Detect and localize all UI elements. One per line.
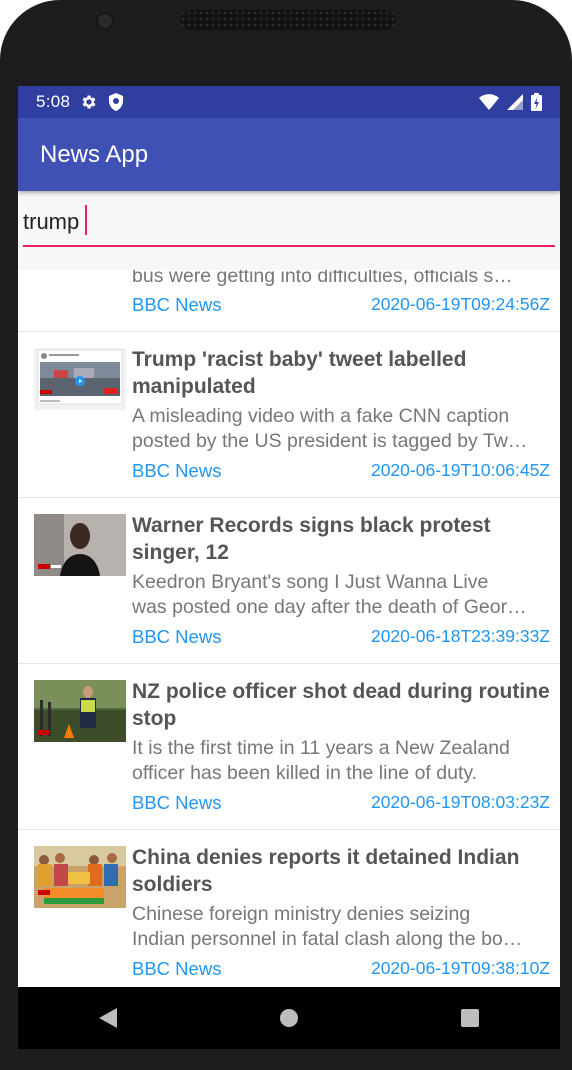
- article-item[interactable]: China denies reports it detained Indian …: [18, 830, 560, 987]
- article-description: bus were getting into difficulties, offi…: [132, 270, 552, 289]
- article-thumbnail: [34, 514, 126, 576]
- home-icon[interactable]: [269, 998, 309, 1038]
- article-date: 2020-06-19T09:38:10Z: [370, 958, 550, 978]
- article-date: 2020-06-19T08:03:23Z: [370, 792, 550, 812]
- front-camera: [96, 12, 114, 30]
- back-icon[interactable]: [88, 998, 128, 1038]
- article-thumbnail: [34, 846, 126, 908]
- article-thumbnail: [34, 348, 126, 410]
- device-frame: 5:08 News App trump bus were getting int…: [0, 0, 572, 1070]
- article-source: BBC News: [132, 460, 222, 481]
- article-description-line: Chinese foreign ministry denies seizing: [132, 903, 471, 925]
- article-description: Keedron Bryant's song I Just Wanna Live …: [132, 570, 552, 620]
- article-date: 2020-06-18T23:39:33Z: [370, 626, 550, 646]
- article-date: 2020-06-19T10:06:45Z: [370, 460, 550, 480]
- device-bottom-frame: [0, 1049, 572, 1070]
- article-description-line: Keedron Bryant's song I Just Wanna Live: [132, 571, 489, 593]
- article-description: It is the first time in 11 years a New Z…: [132, 736, 552, 786]
- app-title: News App: [40, 140, 149, 168]
- gear-icon: [80, 93, 98, 111]
- navigation-bar: [18, 987, 560, 1049]
- article-description-line: Indian personnel in fatal clash along th…: [132, 928, 523, 950]
- status-time: 5:08: [36, 92, 71, 111]
- article-item[interactable]: NZ police officer shot dead during routi…: [18, 664, 560, 830]
- article-source: BBC News: [132, 294, 222, 315]
- battery-icon: [531, 93, 542, 111]
- article-description-line: A misleading video with a fake CNN capti…: [132, 405, 510, 427]
- wifi-icon: [479, 94, 499, 110]
- app-screen: 5:08 News App trump bus were getting int…: [18, 86, 560, 987]
- recents-icon[interactable]: [450, 998, 490, 1038]
- article-title: Trump 'racist baby' tweet labelled manip…: [132, 348, 467, 398]
- app-bar: News App: [18, 118, 560, 191]
- article-description-line: It is the first time in 11 years a New Z…: [132, 737, 510, 759]
- article-item[interactable]: bus were getting into difficulties, offi…: [18, 270, 560, 332]
- article-item[interactable]: Warner Records signs black protest singe…: [18, 498, 560, 664]
- status-bar: 5:08: [18, 86, 560, 118]
- shield-icon: [108, 93, 124, 111]
- signal-icon: [507, 94, 523, 110]
- article-title: Warner Records signs black protest singe…: [132, 514, 491, 564]
- article-title: NZ police officer shot dead during routi…: [132, 680, 550, 730]
- article-source: BBC News: [132, 792, 222, 813]
- article-description-line: officer has been killed in the line of d…: [132, 762, 478, 784]
- article-source: BBC News: [132, 958, 222, 979]
- article-description: A misleading video with a fake CNN capti…: [132, 404, 552, 454]
- article-date: 2020-06-19T09:24:56Z: [370, 294, 550, 314]
- article-list[interactable]: bus were getting into difficulties, offi…: [18, 270, 560, 987]
- article-description-line: was posted one day after the death of Ge…: [132, 596, 527, 618]
- earpiece-speaker: [180, 10, 396, 30]
- search-bar: [18, 191, 560, 270]
- article-source: BBC News: [132, 626, 222, 647]
- article-title: China denies reports it detained Indian …: [132, 846, 520, 896]
- text-cursor: [85, 205, 87, 235]
- article-item[interactable]: Trump 'racist baby' tweet labelled manip…: [18, 332, 560, 498]
- article-thumbnail: [34, 680, 126, 742]
- article-description-line: posted by the US president is tagged by …: [132, 430, 528, 452]
- article-description: Chinese foreign ministry denies seizing …: [132, 902, 552, 952]
- article-description-line: bus were getting into difficulties, offi…: [132, 270, 513, 287]
- search-input[interactable]: [23, 203, 555, 247]
